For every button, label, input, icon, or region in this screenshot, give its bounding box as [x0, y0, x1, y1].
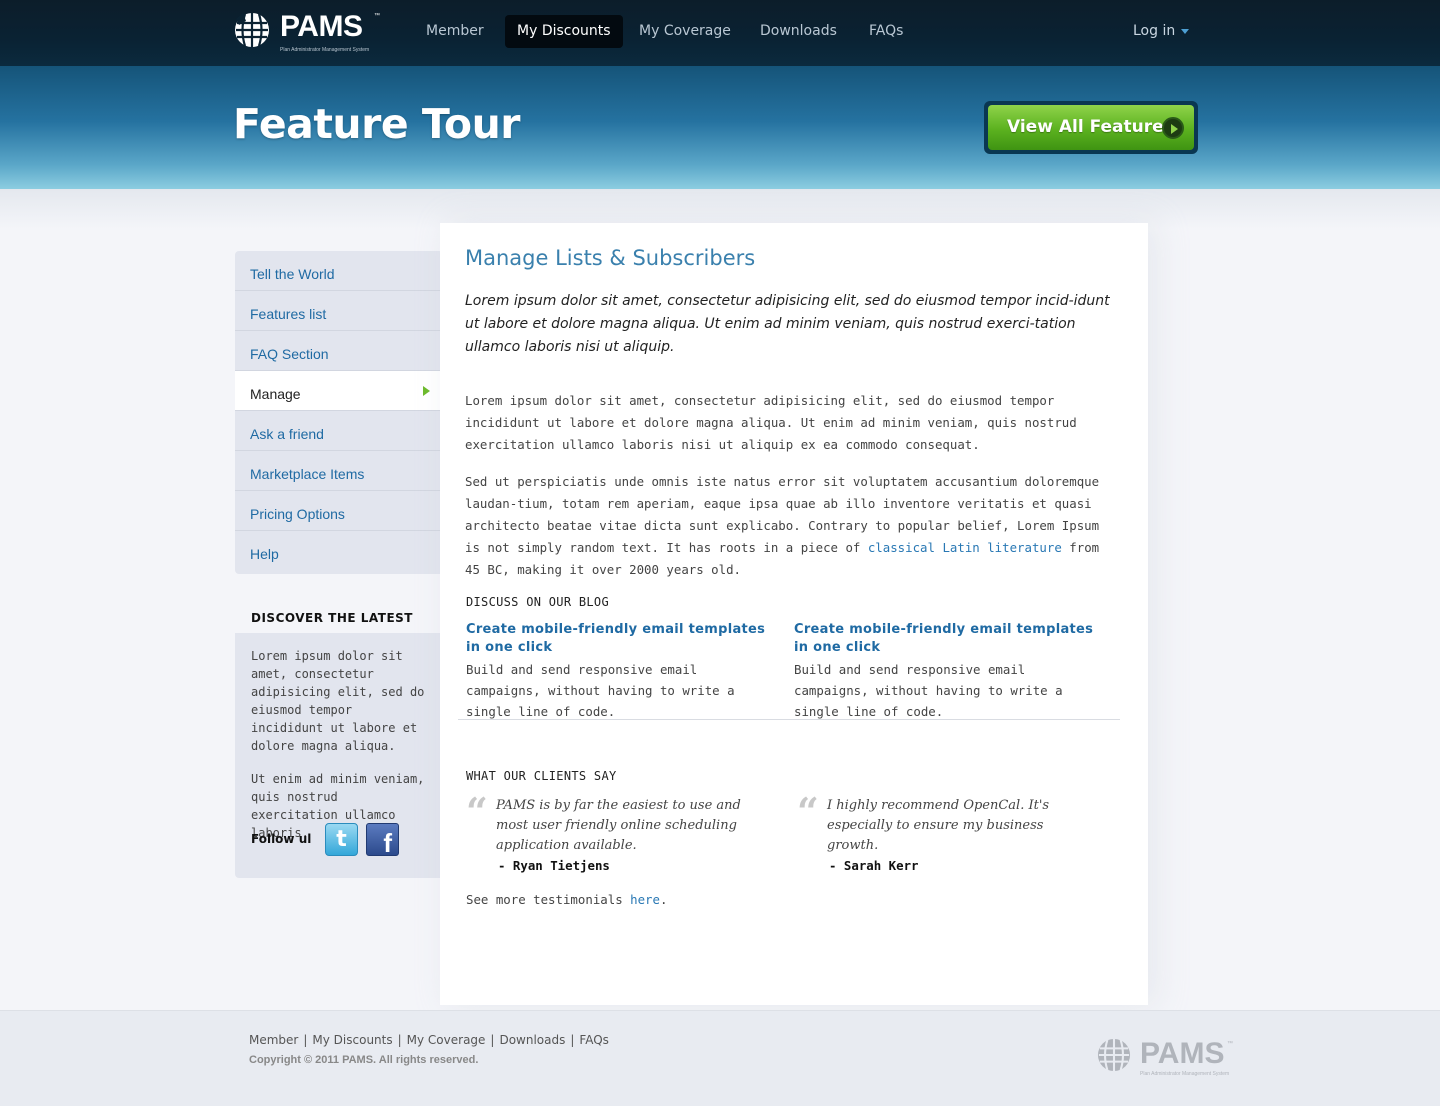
view-all-features-button[interactable]: View All Features	[988, 105, 1194, 150]
more-text: .	[659, 892, 668, 907]
blog-post-description: Build and send responsive email campaign…	[466, 662, 735, 719]
testimonial-author: - Sarah Kerr	[829, 858, 919, 873]
brand-tagline: Plan Administrator Management System	[280, 47, 370, 53]
sidebar-item-label: Tell the World	[250, 266, 335, 282]
footer-brand-name: PAMS	[1140, 1037, 1225, 1070]
footer-link-member[interactable]: Member	[249, 1033, 298, 1047]
follow-label: Follow ul	[251, 832, 312, 846]
footer-logo: PAMS ™ Plan Administrator Management Sys…	[1097, 1035, 1237, 1079]
testimonials-section-title: WHAT OUR CLIENTS SAY	[466, 769, 617, 783]
copyright: Copyright © 2011 PAMS. All rights reserv…	[249, 1054, 479, 1066]
footer-link-faqs[interactable]: FAQs	[579, 1033, 609, 1047]
discover-title: DISCOVER THE LATEST	[251, 611, 413, 625]
sidebar-item-label: Ask a friend	[250, 426, 324, 442]
latin-literature-link[interactable]: classical Latin literature	[868, 540, 1062, 555]
body-paragraph: Sed ut perspiciatis unde omnis iste natu…	[465, 471, 1115, 581]
sidebar-item-label: Pricing Options	[250, 506, 345, 522]
testimonial-author: - Ryan Tietjens	[498, 858, 610, 873]
divider	[458, 719, 1120, 720]
nav-my-coverage[interactable]: My Coverage	[627, 15, 743, 48]
sidebar-item-marketplace-items[interactable]: Marketplace Items	[235, 451, 440, 491]
sidebar-item-tell-the-world[interactable]: Tell the World	[235, 251, 440, 291]
top-navbar: PAMS ™ Plan Administrator Management Sys…	[0, 0, 1440, 66]
facebook-icon[interactable]: f	[366, 823, 399, 858]
testimonial: “ PAMS is by far the easiest to use and …	[466, 789, 746, 876]
discover-text: Lorem ipsum dolor sit amet, consectetur …	[251, 649, 425, 753]
footer-separator: |	[570, 1033, 575, 1047]
page-banner: Feature Tour View All Features	[0, 66, 1440, 189]
chevron-down-icon	[1181, 28, 1190, 34]
sidebar-item-manage[interactable]: Manage	[235, 371, 440, 411]
nav-member[interactable]: Member	[414, 15, 496, 48]
arrow-right-icon	[423, 386, 430, 396]
blog-post-description: Build and send responsive email campaign…	[794, 662, 1063, 719]
testimonial-text: I highly recommend OpenCal. It's especia…	[827, 798, 1050, 853]
nav-downloads[interactable]: Downloads	[748, 15, 849, 48]
footer-link-my-coverage[interactable]: My Coverage	[407, 1033, 486, 1047]
login-dropdown[interactable]: Log in	[1133, 15, 1190, 48]
sidebar-item-features-list[interactable]: Features list	[235, 291, 440, 331]
footer-link-my-discounts[interactable]: My Discounts	[312, 1033, 392, 1047]
blog-post-title-link[interactable]: Create mobile-friendly email templates i…	[794, 621, 1104, 657]
sidebar-nav: Tell the World Features list FAQ Section…	[235, 251, 440, 574]
sidebar-item-label: Manage	[250, 386, 301, 402]
footer-separator: |	[397, 1033, 402, 1047]
footer-brand-tagline: Plan Administrator Management System	[1140, 1071, 1230, 1077]
more-text: See more testimonials	[466, 892, 631, 907]
sidebar-item-label: Marketplace Items	[250, 466, 365, 482]
globe-icon	[235, 13, 269, 47]
login-label: Log in	[1133, 23, 1176, 39]
footer-separator: |	[303, 1033, 308, 1047]
arrow-right-icon	[1162, 117, 1184, 139]
more-testimonials-link[interactable]: here	[630, 892, 660, 907]
section-title: Manage Lists & Subscribers	[465, 246, 756, 270]
footer-link-downloads[interactable]: Downloads	[499, 1033, 565, 1047]
view-all-features-frame: View All Features	[984, 101, 1198, 154]
nav-faqs[interactable]: FAQs	[857, 15, 915, 48]
body-paragraph: Lorem ipsum dolor sit amet, consectetur …	[465, 393, 1077, 452]
globe-icon	[1097, 1038, 1131, 1072]
brand-name: PAMS	[280, 10, 363, 43]
quote-icon: “	[797, 789, 819, 834]
view-all-features-label: View All Features	[1007, 117, 1174, 137]
blog-post: Create mobile-friendly email templates i…	[466, 621, 776, 722]
sidebar-item-label: Features list	[250, 306, 327, 322]
discover-box: Lorem ipsum dolor sit amet, consectetur …	[235, 633, 440, 878]
blog-section-title: DISCUSS ON OUR BLOG	[466, 595, 609, 609]
footer: Member | My Discounts | My Coverage | Download…	[0, 1010, 1440, 1106]
footer-brand-trademark: ™	[1227, 1041, 1233, 1047]
nav-my-discounts[interactable]: My Discounts	[505, 15, 623, 48]
testimonial: “ I highly recommend OpenCal. It's espec…	[797, 789, 1077, 876]
quote-icon: “	[466, 789, 488, 834]
brand-logo[interactable]: PAMS ™ Plan Administrator Management Sys…	[234, 10, 384, 56]
more-testimonials: See more testimonials here.	[466, 892, 667, 907]
sidebar-item-ask-a-friend[interactable]: Ask a friend	[235, 411, 440, 451]
footer-links: Member | My Discounts | My Coverage | Download…	[249, 1033, 609, 1047]
blog-post: Create mobile-friendly email templates i…	[794, 621, 1104, 722]
sidebar-item-pricing-options[interactable]: Pricing Options	[235, 491, 440, 531]
blog-post-title-link[interactable]: Create mobile-friendly email templates i…	[466, 621, 776, 657]
page-title: Feature Tour	[233, 100, 521, 148]
twitter-icon[interactable]: t	[325, 823, 358, 856]
sidebar-item-label: FAQ Section	[250, 346, 329, 362]
sidebar-item-label: Help	[250, 546, 279, 562]
brand-trademark: ™	[374, 13, 380, 19]
main-content: Manage Lists & Subscribers Lorem ipsum d…	[440, 223, 1148, 1005]
footer-separator: |	[490, 1033, 495, 1047]
sidebar-item-help[interactable]: Help	[235, 531, 440, 574]
sidebar-item-faq-section[interactable]: FAQ Section	[235, 331, 440, 371]
testimonial-text: PAMS is by far the easiest to use and mo…	[496, 798, 741, 853]
lead-paragraph: Lorem ipsum dolor sit amet, consectetur …	[465, 293, 1110, 355]
